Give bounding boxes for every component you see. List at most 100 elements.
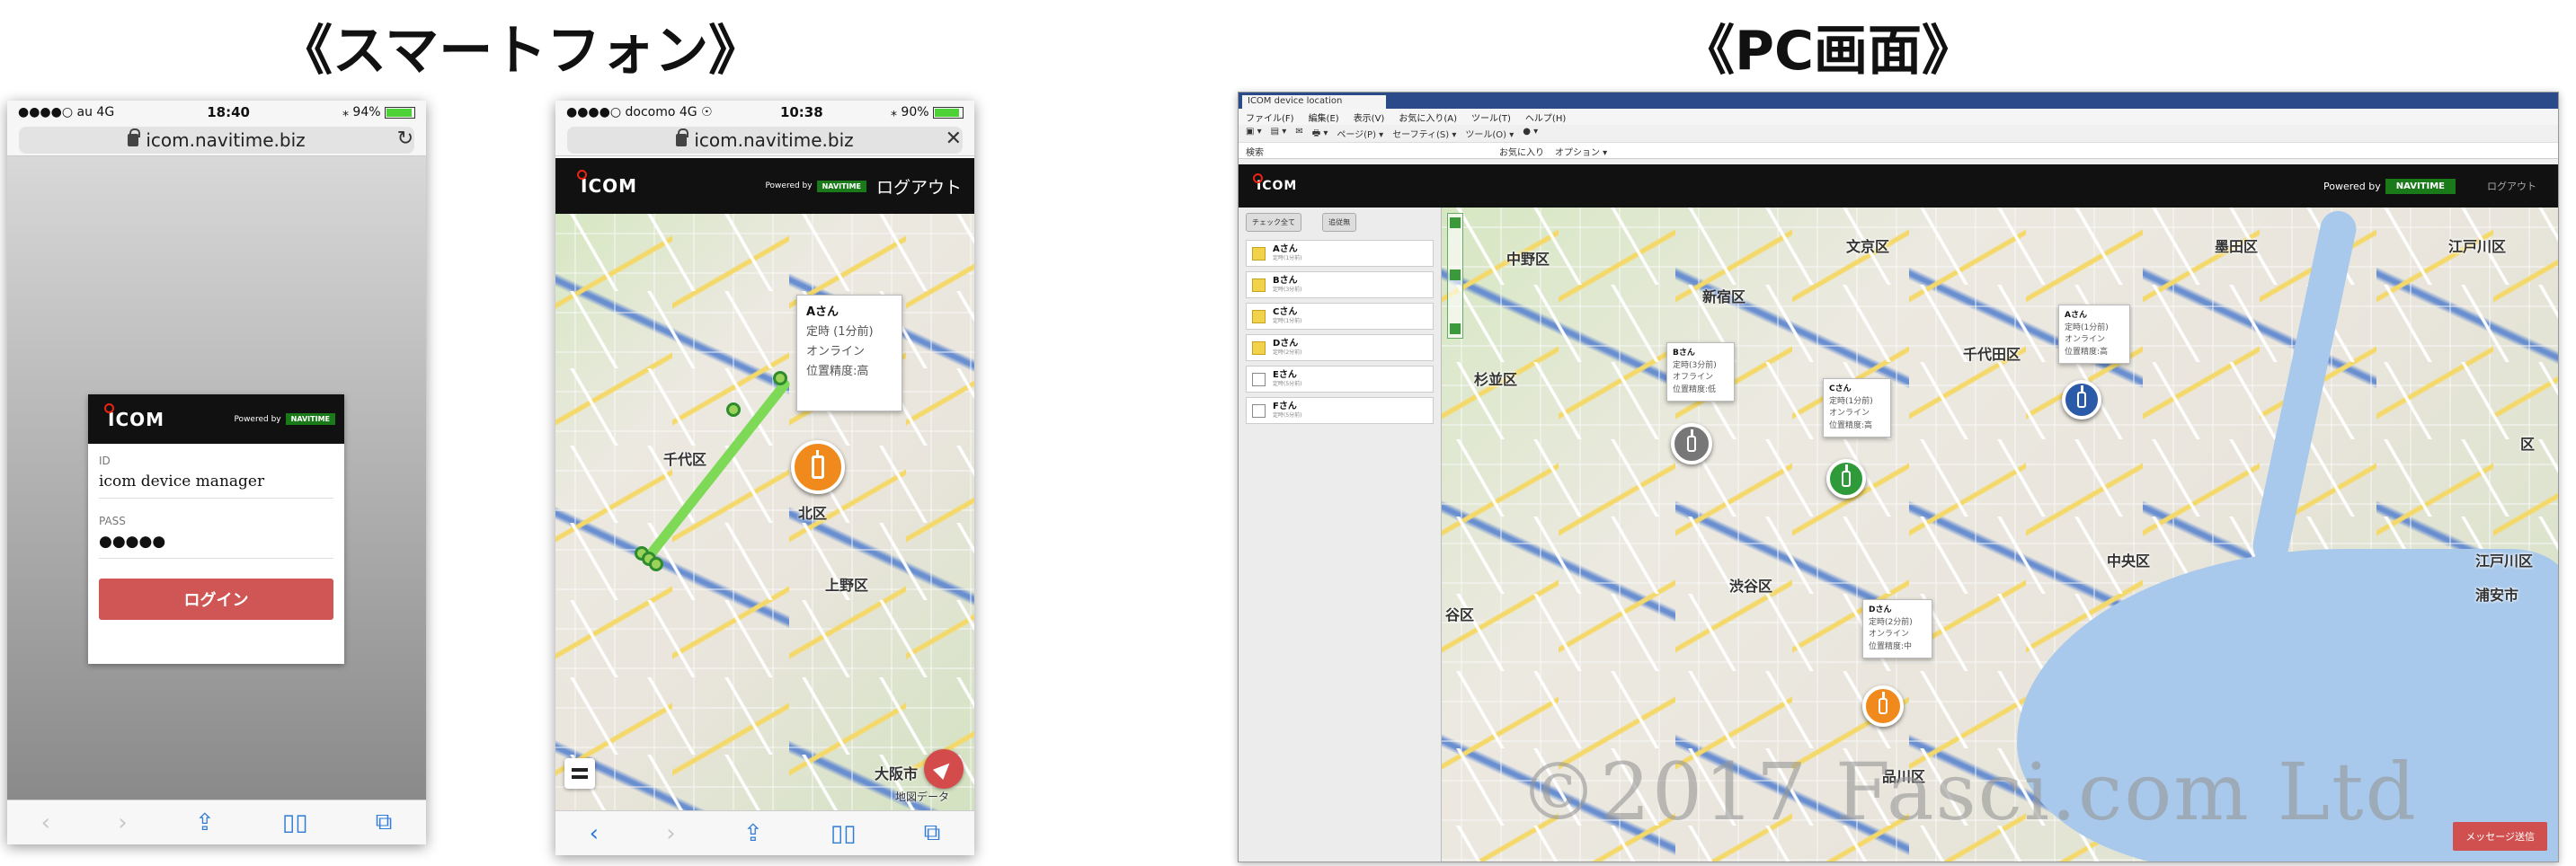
user-checkbox[interactable] bbox=[1252, 278, 1266, 292]
user-row[interactable]: Cさん 定時(1分前) bbox=[1246, 303, 1434, 330]
user-popup[interactable]: Bさん 定時(3分前) オフライン 位置精度:低 bbox=[1666, 342, 1735, 402]
browser-tab[interactable]: ICOM device location bbox=[1242, 95, 1386, 109]
battery-indicator: ⁎ 94% bbox=[342, 105, 415, 119]
follow-toggle[interactable]: 追従無 bbox=[1322, 213, 1357, 232]
radio-pin-orange[interactable] bbox=[791, 440, 845, 494]
radio-icon bbox=[812, 450, 824, 479]
current-location-button[interactable] bbox=[924, 749, 964, 789]
url-text: icom.navitime.biz bbox=[694, 128, 854, 151]
popup-user-name: Aさん bbox=[806, 305, 839, 319]
radio-pin-gray[interactable] bbox=[1671, 423, 1712, 464]
navitime-logo: NAVITIME bbox=[2385, 178, 2456, 194]
browser-toolbar: ‹ › ⇪ ▯▯ ⧉ bbox=[7, 800, 426, 844]
bookmarks-icon[interactable]: ▯▯ bbox=[282, 809, 308, 836]
battery-indicator: ⁎ 90% bbox=[891, 105, 964, 119]
toolbar-item[interactable]: セーフティ(S) ▾ bbox=[1392, 127, 1456, 140]
menu-item[interactable]: 表示(V) bbox=[1354, 110, 1385, 124]
toolbar-item[interactable]: ▣ ▾ bbox=[1246, 127, 1262, 140]
location-arrow-icon bbox=[932, 757, 955, 781]
user-row[interactable]: Eさん 定時(5分前) bbox=[1246, 366, 1434, 393]
map-label: 江戸川区 bbox=[2448, 238, 2507, 255]
forward-icon[interactable]: › bbox=[118, 809, 127, 836]
id-field[interactable]: icom device manager bbox=[99, 467, 333, 499]
pass-label: PASS bbox=[99, 515, 126, 527]
logout-button[interactable]: ログアウト bbox=[876, 174, 962, 199]
toolbar-item[interactable]: 🖶 ▾ bbox=[1312, 127, 1328, 140]
zoom-slider[interactable] bbox=[1447, 213, 1463, 339]
popup-line: 位置精度:高 bbox=[806, 365, 869, 379]
close-icon[interactable]: ✕ bbox=[946, 128, 962, 150]
user-row[interactable]: Aさん 定時(1分前) bbox=[1246, 240, 1434, 267]
route-track bbox=[644, 379, 790, 561]
copyright-watermark: ©2017 Fasci.com Ltd bbox=[1519, 746, 2418, 838]
toolbar-item[interactable]: ● ▾ bbox=[1523, 127, 1538, 140]
menu-item[interactable]: ヘルプ(H) bbox=[1525, 110, 1566, 124]
user-popup[interactable]: Dさん 定時(2分前) オンライン 位置精度:中 bbox=[1862, 599, 1932, 658]
reload-icon[interactable]: ↻ bbox=[397, 128, 413, 150]
user-popup[interactable]: Aさん 定時(1分前) オンライン 位置精度:高 bbox=[2058, 305, 2130, 364]
share-icon[interactable]: ⇪ bbox=[195, 809, 215, 836]
battery-icon bbox=[385, 106, 415, 119]
carrier-text: ●●●●○ au 4G bbox=[18, 105, 115, 119]
send-message-button[interactable]: メッセージ送信 bbox=[2453, 822, 2547, 851]
back-icon[interactable]: ‹ bbox=[41, 809, 50, 836]
powered-by: Powered by NAVITIME ログアウト bbox=[2323, 178, 2536, 194]
tabs-icon[interactable]: ⧉ bbox=[924, 819, 941, 847]
map-label: 千代田区 bbox=[1963, 346, 2021, 363]
river bbox=[2249, 208, 2360, 567]
back-icon[interactable]: ‹ bbox=[590, 820, 599, 847]
search-input[interactable]: 検索 bbox=[1246, 145, 1488, 158]
command-bar: ▣ ▾ ▤ ▾ ✉ 🖶 ▾ ページ(P) ▾ セーフティ(S) ▾ ツール(O)… bbox=[1239, 125, 2558, 143]
toolbar-item[interactable]: ツール(O) ▾ bbox=[1465, 127, 1514, 140]
user-checkbox[interactable] bbox=[1252, 372, 1266, 386]
url-bar[interactable]: icom.navitime.biz ✕ bbox=[555, 124, 974, 156]
options-dropdown[interactable]: オプション ▾ bbox=[1555, 145, 1607, 158]
favorites-item[interactable]: お気に入り bbox=[1499, 145, 1544, 158]
heading-smartphone: 《スマートフォン》 bbox=[279, 20, 763, 83]
map-label: 北区 bbox=[798, 505, 828, 522]
map-view[interactable]: 上野区 千代区 大阪市 北区 地図データ Aさん 定時 (1分前) オンライン … bbox=[555, 214, 974, 810]
browser-toolbar: ‹ › ⇪ ▯▯ ⧉ bbox=[555, 810, 974, 855]
browser-tab-bar: ICOM device location bbox=[1239, 93, 2558, 109]
toolbar-item[interactable]: ✉ bbox=[1295, 127, 1302, 140]
menu-item[interactable]: お気に入り(A) bbox=[1399, 110, 1457, 124]
tabs-icon[interactable]: ⧉ bbox=[376, 809, 393, 836]
toolbar-item[interactable]: ページ(P) ▾ bbox=[1337, 127, 1383, 140]
menu-item[interactable]: ツール(T) bbox=[1471, 110, 1511, 124]
radio-pin-green[interactable] bbox=[1826, 459, 1866, 499]
map-label: 中央区 bbox=[2107, 552, 2151, 570]
menu-item[interactable]: ファイル(F) bbox=[1246, 110, 1294, 124]
user-checkbox[interactable] bbox=[1252, 309, 1266, 323]
user-checkbox[interactable] bbox=[1252, 340, 1266, 355]
powered-by: Powered by NAVITIME ログアウト bbox=[765, 174, 962, 199]
forward-icon[interactable]: › bbox=[666, 820, 675, 847]
logout-button[interactable]: ログアウト bbox=[2487, 179, 2536, 193]
user-checkbox[interactable] bbox=[1252, 246, 1266, 261]
map-label: 区 bbox=[2520, 436, 2536, 453]
user-row[interactable]: Fさん 定時(5分前) bbox=[1246, 397, 1434, 424]
map-label: 地図データ bbox=[895, 791, 950, 803]
map-label: 墨田区 bbox=[2215, 238, 2259, 255]
search-bar: 検索 お気に入り オプション ▾ bbox=[1239, 143, 2558, 159]
share-icon[interactable]: ⇪ bbox=[743, 820, 763, 847]
user-popup[interactable]: Aさん 定時 (1分前) オンライン 位置精度:高 bbox=[796, 295, 902, 411]
url-bar[interactable]: icom.navitime.biz ↻ bbox=[7, 124, 426, 156]
login-button[interactable]: ログイン bbox=[99, 579, 333, 620]
check-all-button[interactable]: チェック全て bbox=[1246, 213, 1301, 232]
radio-pin-orange[interactable] bbox=[1862, 685, 1904, 727]
user-row[interactable]: Bさん 定時(3分前) bbox=[1246, 271, 1434, 298]
map-label: 千代区 bbox=[663, 451, 707, 468]
track-point bbox=[773, 371, 787, 385]
toolbar-item[interactable]: ▤ ▾ bbox=[1271, 127, 1287, 140]
user-row[interactable]: Dさん 定時(2分前) bbox=[1246, 334, 1434, 361]
bookmarks-icon[interactable]: ▯▯ bbox=[831, 820, 857, 847]
layers-button[interactable] bbox=[564, 758, 595, 789]
password-field[interactable]: ●●●●● bbox=[99, 527, 333, 559]
menu-item[interactable]: 編集(E) bbox=[1309, 110, 1339, 124]
radio-pin-blue[interactable] bbox=[2062, 380, 2101, 420]
map-label: 新宿区 bbox=[1702, 288, 1746, 305]
icom-logo: ICOM bbox=[103, 402, 165, 430]
user-checkbox[interactable] bbox=[1252, 403, 1266, 418]
menu-bar: ファイル(F) 編集(E) 表示(V) お気に入り(A) ツール(T) ヘルプ(… bbox=[1239, 109, 2558, 125]
user-popup[interactable]: Cさん 定時(1分前) オンライン 位置精度:高 bbox=[1823, 378, 1891, 437]
